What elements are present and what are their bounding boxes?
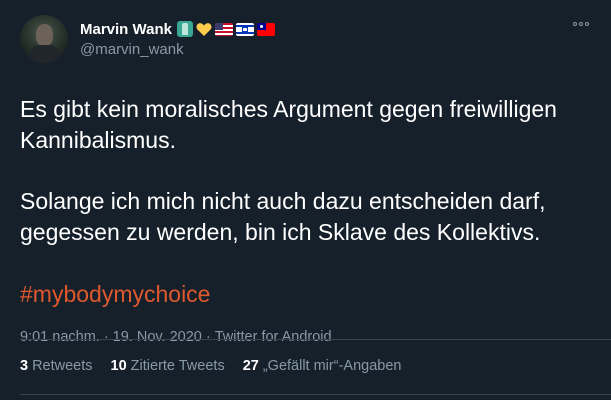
tweet-date[interactable]: 19. Nov. 2020: [113, 329, 202, 345]
tweet-text-line: gegessen zu werden, bin ich Sklave des K…: [20, 219, 541, 245]
tweet-stats: 3 Retweets 10 Zitierte Tweets 27 „Gefäll…: [20, 358, 419, 374]
tweet-source-link[interactable]: Twitter for Android: [215, 329, 332, 345]
hashtag-link[interactable]: #mybodymychoice: [20, 281, 210, 307]
yellow-heart-icon: [196, 22, 212, 37]
likes-stat[interactable]: 27 „Gefällt mir“-Angaben: [243, 358, 402, 374]
divider: [20, 339, 611, 340]
flag-israel-icon: [235, 22, 254, 36]
flag-us-icon: [214, 22, 233, 36]
retweets-stat[interactable]: 3 Retweets: [20, 358, 93, 374]
likes-label: „Gefällt mir“-Angaben: [262, 358, 402, 374]
name-emojis: [176, 21, 275, 37]
tweet-text-line: Solange ich mich nicht auch dazu entsche…: [20, 188, 546, 214]
meta-separator: ·: [103, 329, 109, 345]
tweet-text-line: Es gibt kein moralisches Argument gegen …: [20, 96, 557, 122]
avatar[interactable]: [20, 15, 68, 63]
tweet-meta: 9:01 nachm. · 19. Nov. 2020 · Twitter fo…: [20, 329, 595, 345]
quote-tweets-stat[interactable]: 10 Zitierte Tweets: [111, 358, 225, 374]
meta-separator: ·: [205, 329, 211, 345]
avatar-body-shape: [29, 45, 60, 63]
quote-tweets-label: Zitierte Tweets: [130, 358, 225, 374]
tweet-card: Marvin Wank @marvin_wank Es gibt kein mo…: [0, 0, 611, 400]
likes-count: 27: [242, 358, 259, 374]
retweets-count: 3: [20, 358, 29, 374]
flag-taiwan-icon: [256, 22, 275, 36]
quote-tweets-count: 10: [110, 358, 127, 374]
retweets-label: Retweets: [32, 358, 93, 374]
display-name[interactable]: Marvin Wank: [80, 21, 172, 38]
tweet-text-line: Kannibalismus.: [20, 127, 176, 153]
display-name-row: Marvin Wank: [80, 21, 275, 38]
author-names: Marvin Wank @marvin_wank: [80, 21, 275, 58]
tweet-text: Es gibt kein moralisches Argument gegen …: [20, 94, 595, 310]
statue-of-liberty-icon: [176, 21, 193, 37]
divider: [20, 394, 611, 395]
author-handle[interactable]: @marvin_wank: [80, 41, 275, 58]
avatar-head-shape: [36, 24, 53, 46]
tweet-time[interactable]: 9:01 nachm.: [20, 329, 100, 345]
more-options-icon[interactable]: [573, 22, 589, 26]
tweet-header: Marvin Wank @marvin_wank: [20, 14, 595, 64]
